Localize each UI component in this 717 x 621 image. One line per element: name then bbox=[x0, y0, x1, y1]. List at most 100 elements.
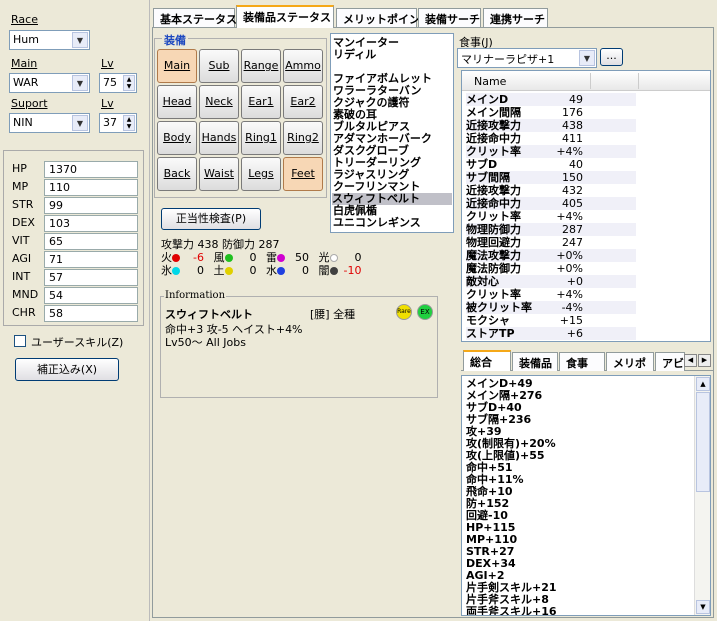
slot-label: Ring1 bbox=[245, 131, 277, 144]
slot-button-range[interactable]: Range bbox=[241, 49, 281, 83]
food-more-button[interactable]: ... bbox=[600, 48, 623, 66]
tab-equipment[interactable]: 装備品 bbox=[512, 352, 558, 371]
status-row: メインD 49 bbox=[466, 93, 636, 106]
scroll-up-icon[interactable]: ▲ bbox=[696, 377, 710, 391]
tab-scroll-right-icon[interactable]: ▶ bbox=[698, 354, 711, 367]
tab-merit[interactable]: メリポ bbox=[606, 352, 654, 371]
slot-button-neck[interactable]: Neck bbox=[199, 85, 239, 119]
support-lv-label: Lv bbox=[101, 97, 114, 110]
stat-key: VIT bbox=[12, 234, 30, 247]
rare-badge-icon: Rare bbox=[396, 304, 412, 320]
status-header-name[interactable]: Name bbox=[474, 75, 506, 88]
tab-equipment-search[interactable]: 装備サーチ bbox=[418, 8, 481, 27]
tab-ability[interactable]: アビ bbox=[655, 352, 685, 371]
list-item[interactable]: ユニコンレギンス bbox=[333, 217, 421, 229]
stat-value: 99 bbox=[44, 197, 138, 214]
stat-key: STR bbox=[12, 198, 34, 211]
slot-button-hands[interactable]: Hands bbox=[199, 121, 239, 155]
race-select[interactable]: Hum ▼ bbox=[9, 30, 90, 50]
stat-value: 57 bbox=[44, 269, 138, 286]
status-row: 被クリット率 -4% bbox=[466, 301, 636, 314]
chevron-down-icon[interactable]: ▼ bbox=[72, 32, 88, 48]
spin-arrows-icon[interactable]: ▲ ▼ bbox=[123, 115, 135, 131]
vertical-scrollbar[interactable]: ▲ ▼ bbox=[694, 376, 710, 615]
status-row: 魔法攻撃力 +0% bbox=[466, 249, 636, 262]
slot-button-ear1[interactable]: Ear1 bbox=[241, 85, 281, 119]
status-row: 近接命中力 405 bbox=[466, 197, 636, 210]
user-skill-label[interactable]: ユーザースキル(Z) bbox=[31, 334, 123, 350]
equipment-item-list[interactable]: マンイーター リディル ファイアボムレット ワラーラターバン クジャクの護符 素… bbox=[330, 33, 454, 233]
status-row: クリット率 +4% bbox=[466, 210, 583, 223]
dark-dot-icon bbox=[329, 267, 338, 275]
slot-button-back[interactable]: Back bbox=[157, 157, 197, 191]
info-item-slot: [腰] 全種 bbox=[310, 308, 356, 321]
main-lv-label: Lv bbox=[101, 57, 114, 70]
tab-basic-status[interactable]: 基本ステータス bbox=[153, 8, 237, 27]
info-item-name: スウィフトベルト bbox=[165, 308, 253, 321]
main-lv-spinner[interactable]: 75 ▲ ▼ bbox=[99, 73, 137, 93]
chevron-down-icon[interactable]: ▼ bbox=[72, 75, 88, 91]
slot-button-sub[interactable]: Sub bbox=[199, 49, 239, 83]
tab-scroll-left-icon[interactable]: ◀ bbox=[684, 354, 697, 367]
scroll-down-icon[interactable]: ▼ bbox=[696, 600, 710, 614]
status-row: サブD 40 bbox=[466, 158, 583, 171]
slot-button-main[interactable]: Main bbox=[157, 49, 197, 83]
support-job-select[interactable]: NIN ▼ bbox=[9, 113, 90, 133]
user-skill-checkbox[interactable] bbox=[14, 335, 26, 347]
slot-label: Legs bbox=[248, 167, 274, 180]
stat-value: 103 bbox=[44, 215, 138, 232]
food-select[interactable]: マリナーラピザ+1 ▼ bbox=[457, 48, 597, 68]
slot-button-head[interactable]: Head bbox=[157, 85, 197, 119]
chevron-down-icon[interactable]: ▼ bbox=[579, 50, 595, 66]
status-row: クリット率 +4% bbox=[466, 145, 636, 158]
food-value: マリナーラピザ+1 bbox=[461, 53, 555, 66]
stat-key: INT bbox=[12, 270, 31, 283]
support-job-label: Suport bbox=[11, 97, 48, 110]
status-row: メイン間隔 176 bbox=[466, 106, 583, 119]
slot-label: Back bbox=[163, 167, 191, 180]
slot-button-ring1[interactable]: Ring1 bbox=[241, 121, 281, 155]
slot-button-ear2[interactable]: Ear2 bbox=[283, 85, 323, 119]
ex-badge-icon: EX bbox=[417, 304, 433, 320]
chevron-down-icon[interactable]: ▼ bbox=[72, 115, 88, 131]
status-list[interactable]: Name メインD 49 メイン間隔 176 近接攻撃力 438 近接命中力 411 ク… bbox=[461, 70, 711, 342]
validity-check-button[interactable]: 正当性検査(P) bbox=[161, 208, 261, 230]
scroll-thumb[interactable] bbox=[696, 392, 710, 492]
slot-button-ammo[interactable]: Ammo bbox=[283, 49, 323, 83]
slot-button-body[interactable]: Body bbox=[157, 121, 197, 155]
stat-value: 71 bbox=[44, 251, 138, 268]
tab-equipment-status[interactable]: 装備品ステータス bbox=[236, 5, 334, 28]
slot-button-ring2[interactable]: Ring2 bbox=[283, 121, 323, 155]
race-label: Race bbox=[11, 13, 38, 26]
tab-chain-search[interactable]: 連携サーチ bbox=[483, 8, 548, 27]
main-job-select[interactable]: WAR ▼ bbox=[9, 73, 90, 93]
info-line-2: Lv50〜 All Jobs bbox=[165, 336, 246, 349]
header-divider bbox=[590, 73, 591, 89]
tab-merit-points[interactable]: メリットポイント bbox=[336, 8, 431, 27]
slot-button-waist[interactable]: Waist bbox=[199, 157, 239, 191]
status-row: 近接命中力 411 bbox=[466, 132, 583, 145]
status-row: サブ間隔 150 bbox=[466, 171, 636, 184]
stat-value: 65 bbox=[44, 233, 138, 250]
stat-value: 1370 bbox=[44, 161, 138, 178]
stat-value: 58 bbox=[44, 305, 138, 322]
stat-value: 54 bbox=[44, 287, 138, 304]
list-item[interactable]: リディル bbox=[333, 49, 376, 61]
tab-summary[interactable]: 総合 bbox=[463, 350, 511, 371]
slot-label: Sub bbox=[208, 59, 230, 72]
element-dark: 闇 -10 bbox=[318, 264, 362, 277]
ice-dot-icon bbox=[172, 267, 180, 275]
header-divider bbox=[638, 73, 639, 89]
totals-list[interactable]: メインD+49 メイン隔+276 サブD+40 サブ隔+236 攻+39 攻(制… bbox=[461, 375, 711, 616]
tab-food[interactable]: 食事 bbox=[559, 352, 605, 371]
spin-arrows-icon[interactable]: ▲ ▼ bbox=[123, 75, 135, 91]
stat-key: MND bbox=[12, 288, 39, 301]
main-job-label: Main bbox=[11, 57, 38, 70]
support-lv-spinner[interactable]: 37 ▲ ▼ bbox=[99, 113, 137, 133]
earth-dot-icon bbox=[224, 267, 233, 275]
slot-button-feet[interactable]: Feet bbox=[283, 157, 323, 191]
slot-label: Ear1 bbox=[248, 95, 274, 108]
slot-button-legs[interactable]: Legs bbox=[241, 157, 281, 191]
status-row: 近接攻撃力 432 bbox=[466, 184, 583, 197]
correction-button[interactable]: 補正込み(X) bbox=[15, 358, 119, 381]
